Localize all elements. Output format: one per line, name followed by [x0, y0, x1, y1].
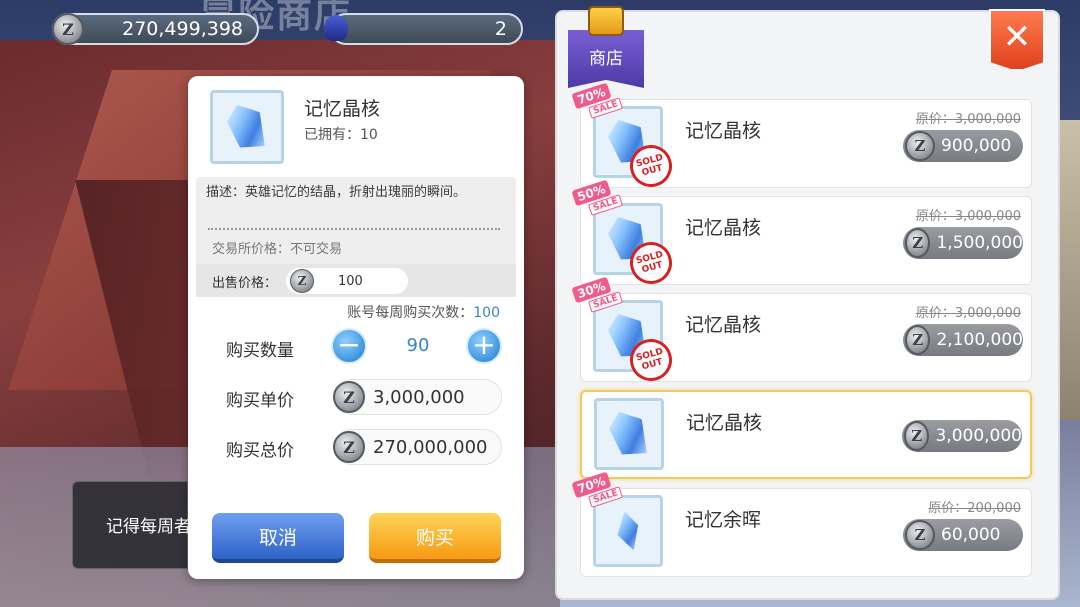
sell-price-value: Z 100 — [286, 268, 408, 294]
unit-price-value: 3,000,000 — [373, 386, 465, 408]
item-description: 描述：英雄记忆的结晶，折射出瑰丽的瞬间。 — [206, 185, 467, 200]
item-name: 记忆晶核 — [685, 120, 762, 142]
weekly-limit: 账号每周购买次数：100 — [347, 302, 500, 322]
sell-price-label: 出售价格： — [212, 276, 278, 291]
item-price: Z 60,000 — [903, 519, 1023, 551]
close-button[interactable]: ✕ — [989, 9, 1045, 71]
total-price-label: 购买总价 — [226, 441, 294, 461]
item-name: 记忆晶核 — [304, 98, 381, 120]
treasure-chest-icon — [588, 6, 624, 36]
shop-item-selected[interactable]: 记忆晶核 Z 3,000,000 — [580, 390, 1032, 479]
zeny-coin-icon: Z — [905, 131, 935, 161]
memory-crystal-icon — [605, 406, 653, 463]
token-balance: 2 — [324, 13, 523, 45]
total-price-field: Z 270,000,000 — [333, 429, 502, 465]
shop-item[interactable]: SOLD OUT 30% SALE 记忆晶核 原价：3,000,000 Z 2,… — [571, 276, 1032, 386]
purchase-dialog: 记忆晶核 已拥有：10 描述：英雄记忆的结晶，折射出瑰丽的瞬间。 交易所价格：不… — [188, 76, 524, 579]
shop-tab[interactable]: 商店 — [568, 4, 644, 90]
quantity-increase-button[interactable]: + — [466, 328, 502, 364]
token-icon — [324, 15, 348, 41]
buy-button[interactable]: 购买 — [369, 513, 501, 563]
cancel-button[interactable]: 取消 — [212, 513, 344, 563]
zeny-amount: 270,499,398 — [122, 18, 243, 40]
trade-price: 交易所价格：不可交易 — [212, 242, 343, 257]
memory-afterglow-icon — [614, 509, 643, 552]
unit-price-field: Z 3,000,000 — [333, 379, 502, 415]
sale-tag: 70% SALE — [571, 471, 624, 511]
sale-tag: 50% SALE — [571, 179, 624, 219]
zeny-coin-icon: Z — [333, 381, 365, 413]
quantity-value[interactable]: 90 — [388, 335, 448, 356]
quantity-decrease-button[interactable]: − — [331, 328, 367, 364]
item-price-value: 2,100,000 — [936, 330, 1023, 350]
item-price-value: 1,500,000 — [936, 233, 1023, 253]
item-owned: 已拥有：10 — [304, 127, 378, 143]
item-price: Z 900,000 — [903, 130, 1023, 162]
tip-toast-text: 记得每周者 — [106, 517, 188, 537]
item-icon — [594, 398, 664, 470]
total-price-value: 270,000,000 — [373, 436, 488, 458]
item-price: Z 2,100,000 — [903, 324, 1023, 356]
weekly-limit-label: 账号每周购买次数： — [347, 305, 474, 321]
item-price-value: 900,000 — [941, 136, 1012, 156]
zeny-coin-icon: Z — [52, 13, 84, 45]
original-price: 原价：3,000,000 — [915, 112, 1021, 127]
zeny-coin-icon: Z — [904, 421, 930, 451]
zeny-balance: Z 270,499,398 — [52, 13, 259, 45]
item-name: 记忆晶核 — [685, 314, 762, 336]
original-price: 原价：200,000 — [928, 501, 1021, 516]
top-bar: 冒险商店 Z 270,499,398 2 — [0, 0, 545, 46]
weekly-limit-value: 100 — [473, 305, 500, 321]
unit-price-label: 购买单价 — [226, 391, 294, 411]
item-price: Z 3,000,000 — [902, 420, 1022, 452]
item-icon — [210, 90, 284, 164]
shop-item[interactable]: SOLD OUT 70% SALE 记忆晶核 原价：3,000,000 Z 90… — [571, 82, 1032, 192]
sale-tag: 70% SALE — [571, 82, 624, 122]
zeny-coin-icon: Z — [333, 431, 365, 463]
zeny-coin-icon: Z — [290, 269, 314, 293]
zeny-coin-icon: Z — [905, 228, 931, 258]
item-price-value: 3,000,000 — [935, 426, 1022, 446]
shop-item[interactable]: SOLD OUT 50% SALE 记忆晶核 原价：3,000,000 Z 1,… — [571, 179, 1032, 289]
zeny-coin-icon: Z — [905, 325, 931, 355]
shop-tab-label: 商店 — [589, 49, 623, 69]
item-name: 记忆晶核 — [685, 217, 762, 239]
item-price: Z 1,500,000 — [903, 227, 1023, 259]
shop-item[interactable]: 70% SALE 记忆余晖 原价：200,000 Z 60,000 — [571, 471, 1032, 577]
sale-tag: 30% SALE — [571, 276, 624, 316]
original-price: 原价：3,000,000 — [915, 209, 1021, 224]
item-name: 记忆余晖 — [685, 509, 762, 531]
quantity-label: 购买数量 — [226, 341, 294, 361]
original-price: 原价：3,000,000 — [915, 306, 1021, 321]
zeny-coin-icon: Z — [905, 520, 935, 550]
item-price-value: 60,000 — [941, 525, 1001, 545]
divider — [208, 228, 500, 230]
item-name: 记忆晶核 — [686, 412, 763, 434]
memory-crystal-icon — [223, 99, 271, 156]
token-amount: 2 — [494, 18, 507, 40]
sell-price-amount: 100 — [338, 273, 363, 289]
